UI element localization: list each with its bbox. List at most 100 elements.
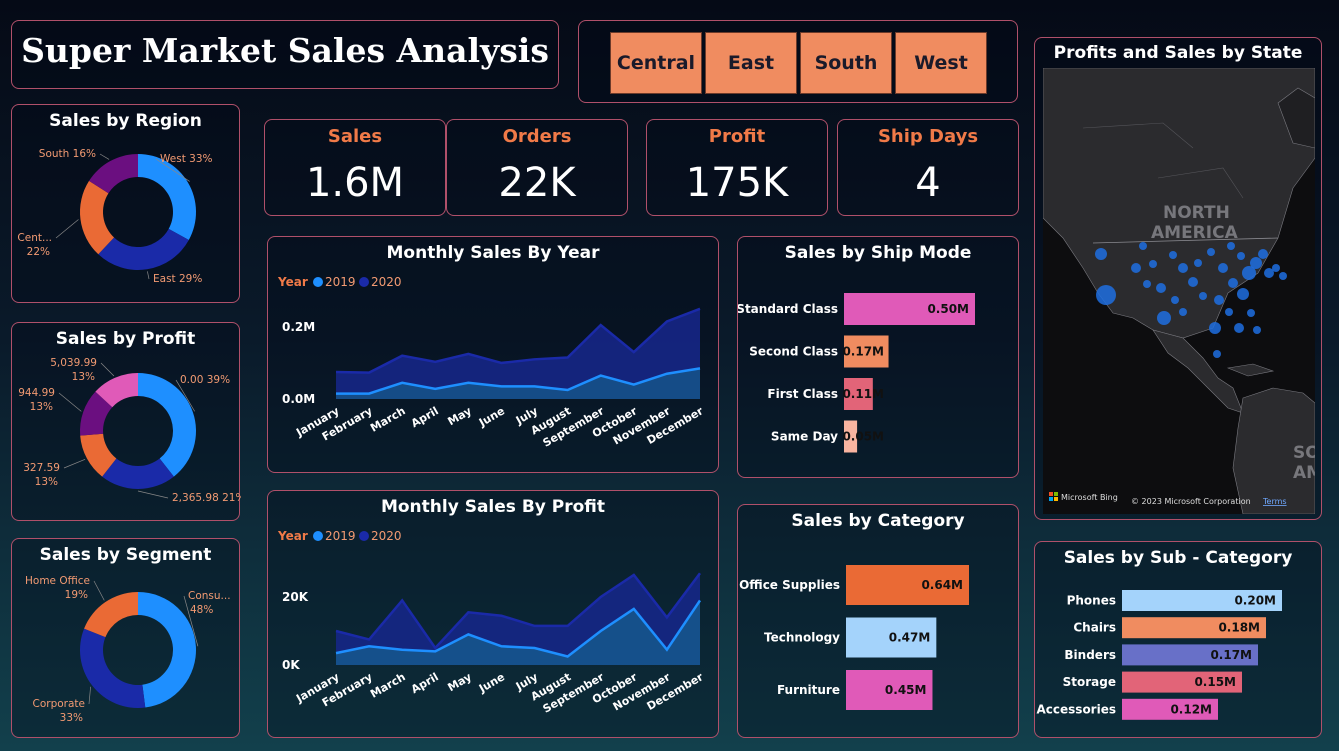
- donut-label: 2,365.98 21%: [172, 492, 241, 504]
- x-tick-label: May: [446, 404, 474, 428]
- kpi-card-profit: Profit 175K: [646, 119, 828, 216]
- bar-category-label: Same Day: [771, 430, 838, 444]
- bing-logo-text: Microsoft Bing: [1061, 493, 1118, 502]
- state-bubble: [1209, 322, 1221, 334]
- state-bubble: [1225, 308, 1233, 316]
- donut-leader-line: [55, 219, 79, 239]
- sales-by-region-panel: Sales by Region West 33% East 29% Cent... 2…: [11, 104, 240, 303]
- sales-by-sub-category-panel: Sales by Sub - Category Phones 0.20M Chair…: [1034, 541, 1322, 738]
- donut-leader-line: [100, 362, 115, 377]
- state-bubble: [1218, 263, 1228, 273]
- state-bubble: [1096, 285, 1116, 305]
- x-tick-label: June: [476, 670, 507, 695]
- bar-category-label: Technology: [764, 631, 840, 645]
- donut-label: 0.00 39%: [180, 374, 230, 386]
- monthly-sales-by-profit-panel: Monthly Sales By Profit Year 2019 2020 0K 20…: [267, 490, 719, 738]
- bar-category-label: Second Class: [749, 345, 838, 359]
- kpi-value: 175K: [685, 160, 789, 206]
- state-bubble: [1213, 350, 1221, 358]
- kpi-label: Profit: [708, 126, 766, 147]
- donut-leader-line: [137, 490, 169, 499]
- legend-marker: [313, 277, 323, 287]
- sales-by-segment-donut[interactable]: Consu... 48% Corporate 33% Home Office 19%: [12, 539, 241, 739]
- region-button-east[interactable]: East: [705, 32, 797, 94]
- legend-title: Year: [277, 275, 308, 289]
- region-button-south[interactable]: South: [800, 32, 892, 94]
- state-bubble-map[interactable]: NORTH AMERICA SOU AME Microsoft Bing © 2…: [1043, 68, 1315, 514]
- bar-category-label: Office Supplies: [739, 578, 840, 592]
- bar-category-label: Furniture: [777, 683, 840, 697]
- state-bubble: [1207, 248, 1215, 256]
- bar-value-label: 0.05M: [842, 430, 884, 444]
- y-tick-label: 20K: [282, 590, 309, 604]
- map-label-north: NORTH: [1163, 203, 1230, 223]
- bar-value-label: 0.47M: [889, 631, 931, 645]
- kpi-label: Ship Days: [877, 126, 979, 147]
- map-terms-link: Terms: [1262, 497, 1287, 506]
- bar-value-label: 0.17M: [1210, 648, 1252, 662]
- sales-by-profit-donut[interactable]: 0.00 39% 2,365.98 21% 327.59 13% 944.99 13% 5,…: [12, 323, 241, 522]
- state-bubble: [1258, 249, 1268, 259]
- bar-category-label: Standard Class: [738, 302, 838, 316]
- legend-marker: [359, 531, 369, 541]
- state-bubble: [1253, 326, 1261, 334]
- region-button-west[interactable]: West: [895, 32, 987, 94]
- donut-leader-line: [99, 153, 110, 160]
- legend-label: 2019: [325, 275, 356, 289]
- donut-slice-2-365-98: [102, 458, 174, 489]
- sales-by-category-chart[interactable]: Office Supplies 0.64M Technology 0.47M Furni…: [738, 505, 1020, 739]
- state-bubble: [1178, 263, 1188, 273]
- sales-by-sub-category-chart[interactable]: Phones 0.20M Chairs 0.18M Binders 0.17M Storag…: [1035, 542, 1323, 739]
- x-tick-label: May: [446, 670, 474, 694]
- state-bubble: [1143, 280, 1151, 288]
- kpi-value: 1.6M: [305, 160, 405, 206]
- state-bubble: [1179, 308, 1187, 316]
- state-bubble: [1279, 272, 1287, 280]
- donut-label: 944.99: [18, 387, 55, 399]
- donut-slice-home-office: [84, 592, 138, 638]
- donut-leader-line: [63, 459, 86, 469]
- kpi-label: Orders: [502, 126, 572, 147]
- monthly-sales-by-year-chart[interactable]: Year 2019 20200.0M0.2MJanuaryFebruaryMarch…: [268, 237, 720, 474]
- bar-value-label: 0.45M: [885, 683, 927, 697]
- state-bubble: [1095, 248, 1107, 260]
- title-panel: Super Market Sales Analysis: [11, 20, 559, 89]
- kpi-card-ship-days: Ship Days 4: [837, 119, 1019, 216]
- bar-value-label: 0.64M: [921, 578, 963, 592]
- bar-category-label: Binders: [1064, 648, 1116, 662]
- bar-category-label: Accessories: [1037, 702, 1117, 716]
- kpi-value: 22K: [498, 160, 576, 206]
- donut-label-percent: 33%: [60, 712, 83, 724]
- sales-by-region-donut[interactable]: West 33% East 29% Cent... 22% South 16%: [12, 105, 241, 304]
- profits-and-sales-by-state-panel: Profits and Sales by State NORTH AMERICA…: [1034, 37, 1322, 520]
- state-bubble: [1234, 323, 1244, 333]
- donut-label: South 16%: [39, 148, 96, 160]
- sales-by-category-panel: Sales by Category Office Supplies 0.64M Te…: [737, 504, 1019, 738]
- legend-title: Year: [277, 529, 308, 543]
- kpi-card-sales: Sales 1.6M: [264, 119, 446, 216]
- donut-leader-line: [93, 580, 105, 601]
- sales-by-ship-mode-chart[interactable]: Standard Class 0.50M Second Class 0.17M Firs…: [738, 237, 1020, 479]
- donut-slice-east: [98, 228, 189, 270]
- donut-label: Consu...: [188, 590, 231, 602]
- donut-label-percent: 48%: [190, 604, 213, 616]
- page-title: Super Market Sales Analysis: [21, 31, 549, 70]
- donut-leader-line: [88, 686, 91, 705]
- legend-label: 2019: [325, 529, 356, 543]
- donut-label: West 33%: [160, 153, 213, 165]
- monthly-sales-by-profit-chart[interactable]: Year 2019 20200K20KJanuaryFebruaryMarch Apr…: [268, 491, 720, 739]
- kpi-label: Sales: [327, 126, 383, 147]
- state-bubble: [1194, 259, 1202, 267]
- donut-label: Home Office: [25, 575, 90, 587]
- map-label-america: AMERICA: [1151, 223, 1239, 243]
- bar-category-label: Storage: [1063, 675, 1116, 689]
- bar-value-label: 0.12M: [1170, 702, 1212, 716]
- donut-slice-west: [138, 154, 196, 240]
- donut-slice-consumer: [138, 592, 196, 708]
- bar-value-label: 0.50M: [927, 302, 969, 316]
- sales-by-profit-panel: Sales by Profit 0.00 39% 2,365.98 21% 327.…: [11, 322, 241, 522]
- region-button-central[interactable]: Central: [610, 32, 702, 94]
- state-bubble: [1149, 260, 1157, 268]
- state-bubble: [1247, 309, 1255, 317]
- y-tick-label: 0.0M: [282, 392, 315, 406]
